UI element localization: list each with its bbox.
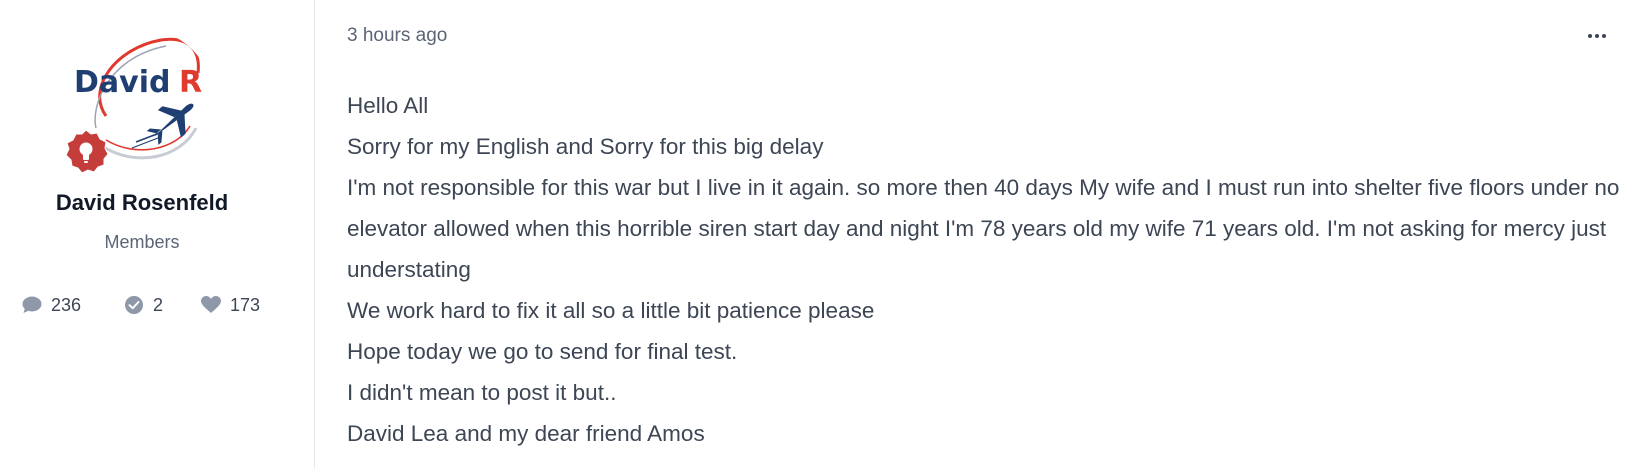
stat-posts[interactable]: 236 <box>22 292 81 318</box>
checkmark-badge-icon <box>125 296 143 314</box>
author-group: Members <box>104 232 180 252</box>
author-name[interactable]: David Rosenfeld <box>0 190 284 216</box>
post-line: I didn't mean to post it but.. <box>347 380 617 405</box>
post-line: We work hard to fix it all so a little b… <box>347 298 875 323</box>
dot <box>1595 34 1599 38</box>
post-body: 3 hours ago Hello All Sorry for my Engli… <box>347 0 1619 469</box>
heart-icon <box>201 296 221 313</box>
post-line: Hope today we go to send for final test. <box>347 339 738 364</box>
stat-reputation-count: 173 <box>230 294 261 315</box>
stat-solutions[interactable]: 2 <box>124 292 163 318</box>
rank-badge[interactable] <box>62 128 110 176</box>
post-line: Hello All <box>347 93 429 118</box>
dot <box>1588 34 1592 38</box>
post-line: David Lea and my dear friend Amos <box>347 421 705 446</box>
comment-icon <box>22 296 42 313</box>
author-stats: 236 2 173 <box>0 292 284 318</box>
stat-posts-count: 236 <box>51 294 82 315</box>
dot <box>1602 34 1606 38</box>
stat-solutions-count: 2 <box>153 294 164 315</box>
post-line: I'm not responsible for this war but I l… <box>347 175 1620 282</box>
post-line: Sorry for my English and Sorry for this … <box>347 134 824 159</box>
avatar-container: David R <box>58 28 218 178</box>
stat-reputation[interactable]: 173 <box>201 292 260 318</box>
author-panel: David R David Rosenfeld Members 236 2 17… <box>0 0 315 469</box>
avatar-text-first: David <box>74 65 170 100</box>
lightbulb-icon <box>65 129 109 174</box>
avatar-text-initial: R <box>179 65 202 100</box>
ellipsis-icon[interactable] <box>1582 26 1612 46</box>
post-content: Hello All Sorry for my English and Sorry… <box>347 85 1627 454</box>
post-timestamp[interactable]: 3 hours ago <box>347 25 447 47</box>
forum-post: David R David Rosenfeld Members 236 2 17… <box>0 0 1638 469</box>
